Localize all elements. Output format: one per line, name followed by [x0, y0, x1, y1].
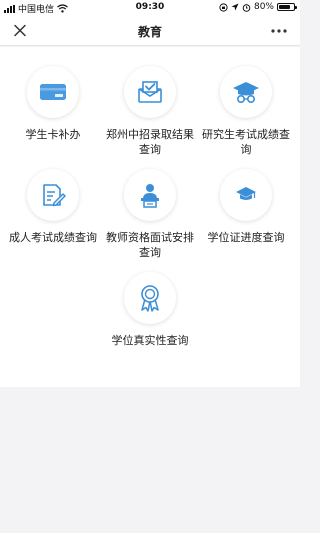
- battery-fill: [279, 5, 291, 9]
- teacher-podium-icon: [141, 184, 159, 208]
- service-label: 成人考试成绩查询: [9, 231, 97, 244]
- more-icon: [271, 29, 287, 33]
- more-button[interactable]: [268, 22, 290, 40]
- service-label: 郑州中招录取结果查询: [106, 128, 194, 156]
- status-right: 80%: [219, 2, 297, 12]
- service-label: 研究生考试成绩查询: [202, 128, 290, 156]
- service-panel: 学生卡补办 郑州中招录取结果查询 研究生考试成绩查询 成人考试成绩查询 教师资格…: [0, 47, 300, 387]
- service-label: 学生卡补办: [25, 128, 81, 141]
- envelope-check-icon: [138, 81, 162, 103]
- service-label: 学位证进度查询: [207, 231, 285, 244]
- service-icon-container: [27, 169, 79, 221]
- service-item-degree-authenticity[interactable]: 学位真实性查询: [100, 272, 200, 348]
- award-ribbon-icon: [141, 285, 159, 312]
- graduation-cap-icon: [236, 187, 256, 200]
- service-icon-container: [124, 66, 176, 118]
- service-icon-container: [124, 272, 176, 324]
- service-icon-container: [220, 66, 272, 118]
- document-pen-icon: [43, 184, 66, 207]
- battery-percent: 80%: [253, 2, 274, 12]
- service-icon-container: [220, 169, 272, 221]
- navigation-bar: 教育: [0, 16, 300, 46]
- alarm-icon: [242, 3, 251, 12]
- page-title: 教育: [137, 25, 162, 39]
- service-icon-container: [27, 66, 79, 118]
- service-icon-container: [124, 169, 176, 221]
- service-label: 教师资格面试安排查询: [106, 231, 194, 259]
- orientation-lock-icon: [219, 2, 228, 12]
- status-bar: 中国电信 09:30 80%: [0, 0, 300, 16]
- service-item-graduate-exam-scores[interactable]: 研究生考试成绩查询: [196, 66, 296, 157]
- service-item-student-card[interactable]: 学生卡补办: [3, 66, 103, 142]
- graduation-cap-glasses-icon: [233, 82, 259, 104]
- battery-icon: [277, 3, 297, 11]
- service-item-degree-certificate-progress[interactable]: 学位证进度查询: [196, 169, 296, 245]
- service-label: 学位真实性查询: [111, 334, 189, 347]
- service-item-adult-exam-scores[interactable]: 成人考试成绩查询: [3, 169, 103, 245]
- service-item-teacher-interview[interactable]: 教师资格面试安排查询: [100, 169, 200, 260]
- location-icon: [231, 3, 239, 11]
- service-item-admission-results[interactable]: 郑州中招录取结果查询: [100, 66, 200, 157]
- student-card-icon: [40, 84, 66, 100]
